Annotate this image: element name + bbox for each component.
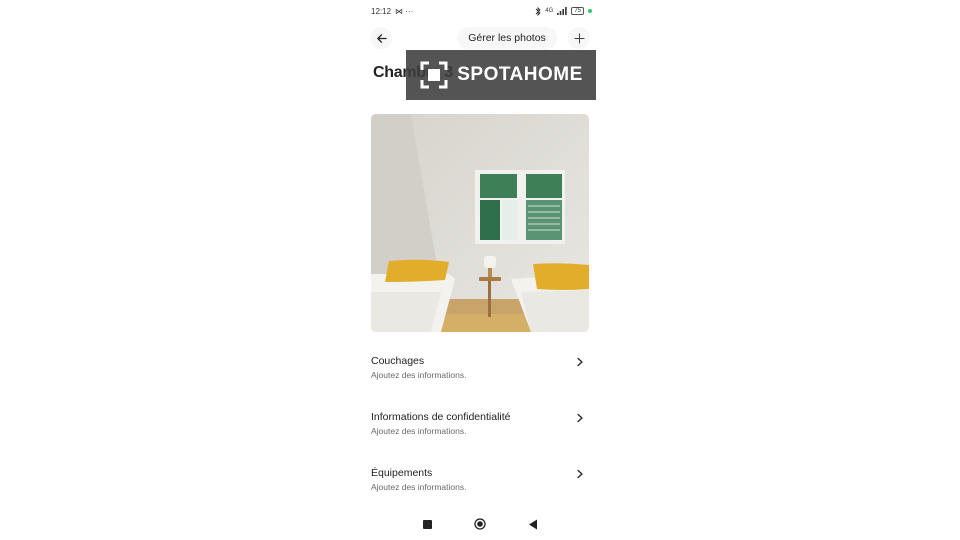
recent-apps-button[interactable] (422, 519, 432, 529)
manage-photos-button[interactable]: Gérer les photos (457, 27, 557, 49)
list-item-title: Équipements (371, 467, 433, 479)
add-button[interactable] (568, 27, 590, 49)
bluetooth-icon (535, 6, 541, 16)
watermark-brand-text: SPOTAHOME (457, 64, 583, 85)
signal-icon (557, 7, 568, 15)
status-time: 12:12 (371, 6, 392, 16)
home-button[interactable] (473, 518, 486, 530)
list-item-subtitle: Ajoutez des informations. (371, 426, 467, 436)
spotahome-watermark: SPOTAHOME (406, 50, 596, 100)
list-item-title: Couchages (371, 355, 425, 367)
privacy-dot-icon (588, 9, 592, 13)
status-bar: 12:12 ⋈ ··· 4G 75 (371, 4, 592, 18)
list-item-subtitle: Ajoutez des informations. (371, 370, 467, 380)
battery-icon: 75 (571, 7, 584, 15)
spotahome-logo-icon (420, 61, 448, 89)
plus-icon (573, 32, 585, 44)
back-button[interactable] (370, 27, 392, 49)
chevron-right-icon (577, 469, 583, 479)
system-nav-bar (362, 516, 598, 532)
arrow-left-icon (376, 33, 387, 43)
bedroom-image (371, 114, 589, 332)
list-item-title: Informations de confidentialité (371, 411, 511, 423)
chevron-right-icon (577, 413, 583, 423)
list-item-equipements[interactable]: Équipements Ajoutez des informations. (371, 467, 589, 507)
status-notification-icons: ⋈ ··· (395, 6, 414, 16)
list-item-couchages[interactable]: Couchages Ajoutez des informations. (371, 355, 589, 395)
list-item-confidentialite[interactable]: Informations de confidentialité Ajoutez … (371, 411, 589, 451)
room-photo[interactable] (371, 114, 589, 332)
network-label: 4G (545, 8, 554, 14)
list-item-subtitle: Ajoutez des informations. (371, 482, 467, 492)
system-back-button[interactable] (528, 519, 538, 530)
chevron-right-icon (577, 357, 583, 367)
